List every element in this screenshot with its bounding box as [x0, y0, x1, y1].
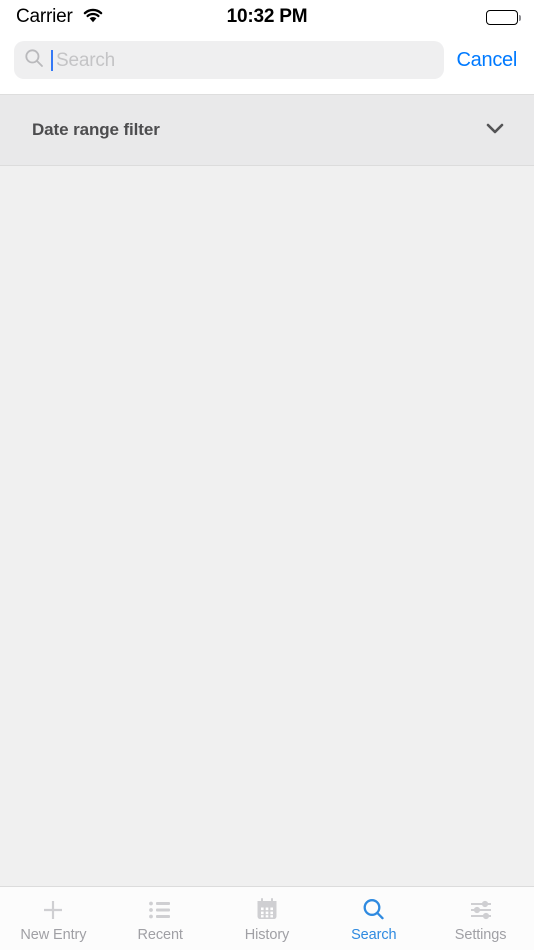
search-header: Search Cancel [0, 34, 534, 94]
app-root: Carrier 10:32 PM Search Cancel Date rang… [0, 0, 534, 950]
tab-new-entry[interactable]: New Entry [0, 887, 107, 950]
battery-full-icon [486, 9, 521, 25]
tab-label-search: Search [351, 926, 397, 943]
tab-label-recent: Recent [137, 926, 183, 943]
tab-settings[interactable]: Settings [427, 887, 534, 950]
tab-history[interactable]: History [214, 887, 321, 950]
wifi-icon [82, 7, 104, 28]
tab-bar: New Entry Recent History Search Settings [0, 886, 534, 950]
sliders-icon [468, 897, 494, 923]
cancel-button[interactable]: Cancel [456, 49, 518, 72]
status-bar-left: Carrier [16, 6, 104, 28]
list-icon [147, 897, 173, 923]
date-range-filter-header[interactable]: Date range filter [0, 94, 534, 166]
calendar-icon [254, 897, 280, 923]
tab-label-settings: Settings [454, 926, 507, 943]
search-input[interactable]: Search [14, 41, 444, 79]
status-bar: Carrier 10:32 PM [0, 0, 534, 34]
tab-label-history: History [244, 926, 290, 943]
carrier-label: Carrier [16, 6, 73, 27]
plus-icon [40, 897, 66, 923]
search-icon [24, 48, 44, 73]
status-bar-right [486, 9, 521, 25]
text-cursor [51, 49, 53, 71]
tab-label-new-entry: New Entry [20, 926, 87, 943]
date-range-filter-label: Date range filter [32, 120, 160, 139]
search-icon [361, 897, 387, 923]
search-results-area [0, 166, 534, 886]
search-placeholder: Search [56, 49, 116, 71]
tab-recent[interactable]: Recent [107, 887, 214, 950]
chevron-down-icon[interactable] [482, 115, 508, 146]
battery-nub [518, 15, 521, 21]
tab-search[interactable]: Search [320, 887, 427, 950]
